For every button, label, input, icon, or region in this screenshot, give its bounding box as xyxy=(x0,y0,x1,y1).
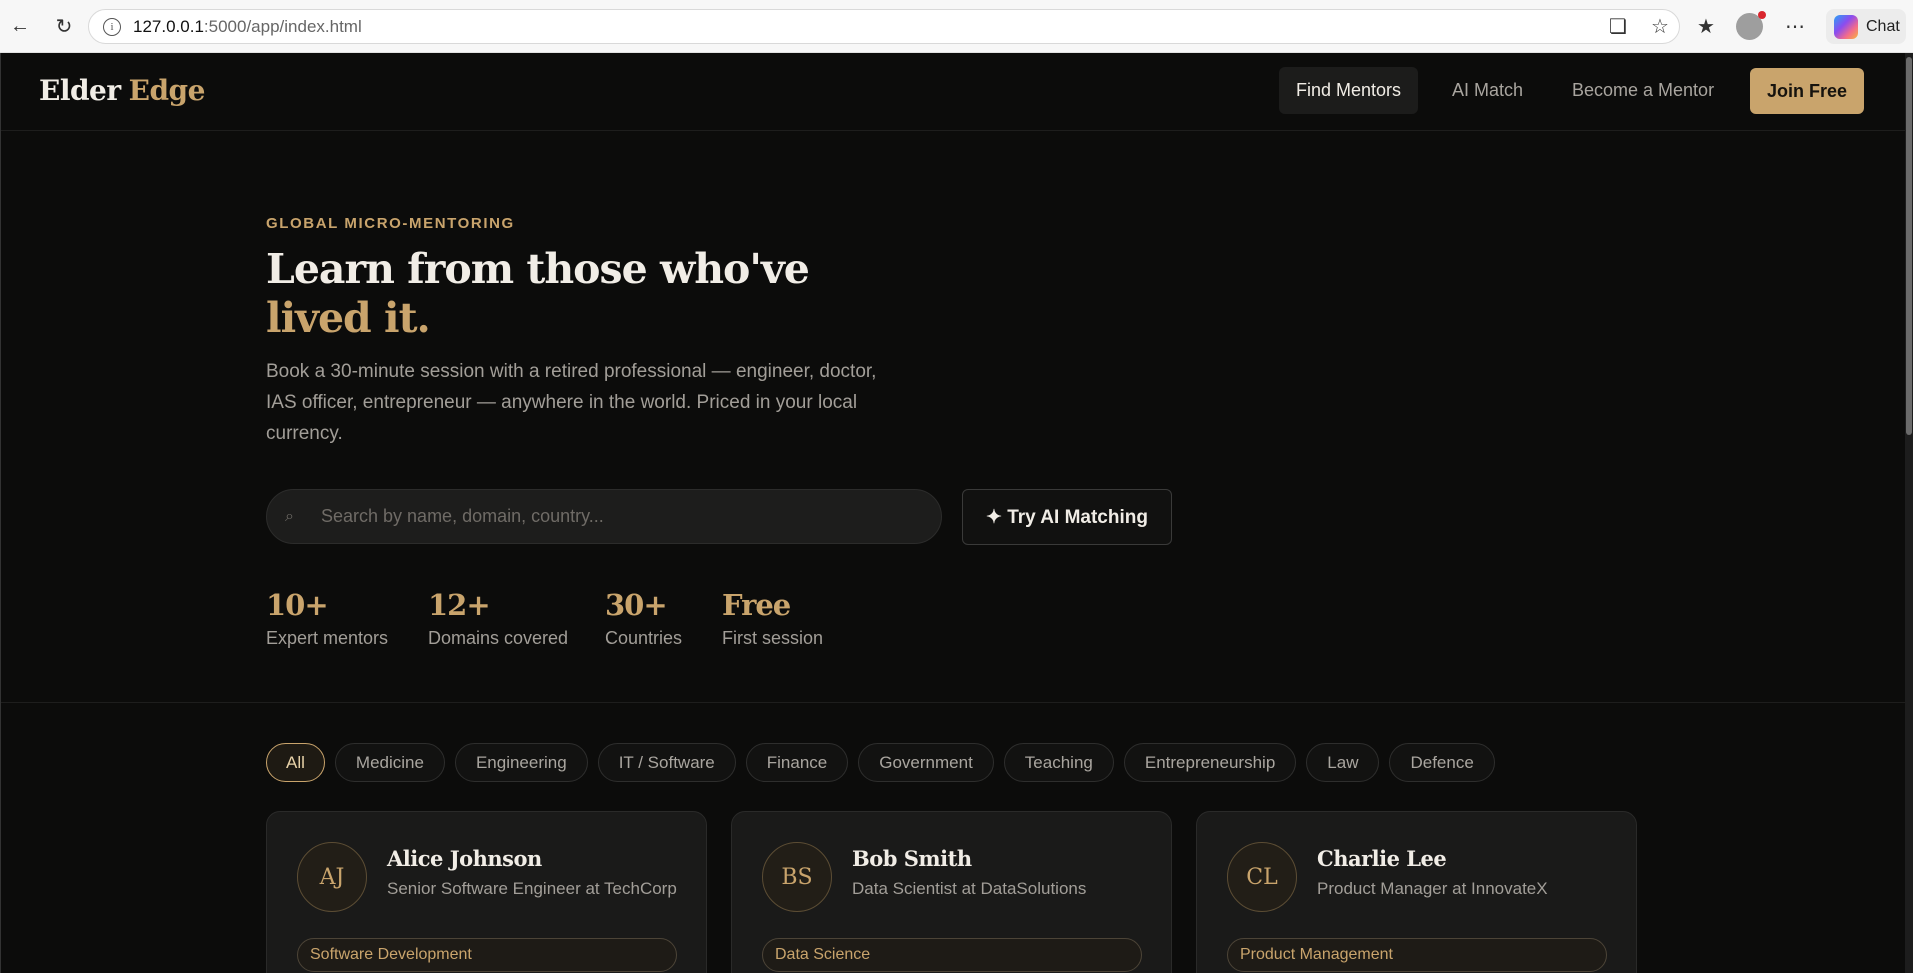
stat-first-session: Free First session xyxy=(722,588,823,649)
reader-mode-icon[interactable]: ❏ xyxy=(1604,12,1632,40)
browser-toolbar: ← ↻ i 127.0.0.1:5000/app/index.html ❏ ☆ … xyxy=(0,0,1913,53)
filter-chip-defence[interactable]: Defence xyxy=(1389,743,1495,782)
logo-primary: Elder xyxy=(39,74,121,107)
search-box[interactable]: ⌕ xyxy=(266,489,942,544)
hero-title-line1: Learn from those who've xyxy=(266,245,810,293)
filter-chip-government[interactable]: Government xyxy=(858,743,994,782)
scrollbar-thumb[interactable] xyxy=(1906,57,1912,435)
stat-label: Domains covered xyxy=(428,628,569,648)
mentor-card[interactable]: AJ Alice Johnson Senior Software Enginee… xyxy=(266,811,707,973)
nav-become-mentor[interactable]: Become a Mentor xyxy=(1555,67,1731,114)
filter-chip-engineering[interactable]: Engineering xyxy=(454,743,588,782)
domain-filter-bar: All Medicine Engineering IT / Software F… xyxy=(266,743,1495,782)
back-arrow-icon[interactable]: ← xyxy=(6,12,34,40)
stat-domains: 12+ Domains covered xyxy=(428,588,568,649)
stat-label: Countries xyxy=(605,628,683,648)
join-free-button[interactable]: Join Free xyxy=(1750,68,1864,114)
favorite-star-icon[interactable]: ☆ xyxy=(1646,12,1674,40)
mentor-card[interactable]: CL Charlie Lee Product Manager at Innova… xyxy=(1196,811,1637,973)
chat-label: Chat xyxy=(1866,17,1900,35)
profile-avatar[interactable] xyxy=(1736,11,1766,40)
filter-chip-law[interactable]: Law xyxy=(1306,743,1380,782)
mentor-avatar: AJ xyxy=(297,842,367,912)
stat-mentors: 10+ Expert mentors xyxy=(266,588,388,649)
stat-value: 12+ xyxy=(428,588,491,622)
more-menu-icon[interactable]: ⋯ xyxy=(1781,12,1809,40)
copilot-icon xyxy=(1834,14,1858,39)
stat-label: Expert mentors xyxy=(266,628,389,648)
filter-chip-entrepreneurship[interactable]: Entrepreneurship xyxy=(1123,743,1297,782)
logo[interactable]: Elder Edge xyxy=(39,74,205,107)
mentor-role: Senior Software Engineer at TechCorp xyxy=(387,879,677,898)
search-input[interactable] xyxy=(321,506,881,527)
page-scrollbar[interactable] xyxy=(1905,53,1913,973)
nav-find-mentors[interactable]: Find Mentors xyxy=(1279,67,1419,114)
try-ai-matching-button[interactable]: ✦ Try AI Matching xyxy=(962,489,1172,545)
hero-title-line2: lived it. xyxy=(266,294,431,342)
reload-icon[interactable]: ↻ xyxy=(50,12,78,40)
mentor-name: Alice Johnson xyxy=(387,846,542,871)
stat-value: 10+ xyxy=(266,588,329,622)
hero-title: Learn from those who've lived it. xyxy=(266,245,966,343)
filter-chip-teaching[interactable]: Teaching xyxy=(1003,743,1114,782)
url-path: :5000/app/index.html xyxy=(203,16,362,36)
filter-chip-medicine[interactable]: Medicine xyxy=(334,743,445,782)
filter-chip-all[interactable]: All xyxy=(266,743,325,782)
mentor-domain-tag: Product Management xyxy=(1227,938,1607,972)
page-viewport: Elder Edge Find Mentors AI Match Become a… xyxy=(0,53,1905,973)
filter-chip-it-software[interactable]: IT / Software xyxy=(597,743,736,782)
logo-accent: Edge xyxy=(128,74,206,107)
mentor-domain-tag: Software Development xyxy=(297,938,677,972)
hero-subtitle: Book a 30-minute session with a retired … xyxy=(266,361,877,444)
mentor-card[interactable]: BS Bob Smith Data Scientist at DataSolut… xyxy=(731,811,1172,973)
mentor-avatar: CL xyxy=(1227,842,1297,912)
filter-chip-finance[interactable]: Finance xyxy=(745,743,849,782)
stat-countries: 30+ Countries xyxy=(605,588,682,649)
mentor-name: Charlie Lee xyxy=(1317,846,1447,871)
favorites-list-icon[interactable]: ★ xyxy=(1692,12,1720,40)
mentor-avatar: BS xyxy=(762,842,832,912)
url-host: 127.0.0.1 xyxy=(133,16,204,36)
stat-value: 30+ xyxy=(605,588,668,622)
section-divider xyxy=(1,702,1905,703)
stat-label: First session xyxy=(722,628,824,648)
top-navigation: Elder Edge Find Mentors AI Match Become a… xyxy=(1,53,1905,131)
search-icon: ⌕ xyxy=(285,507,294,525)
copilot-chat-button[interactable]: Chat xyxy=(1826,9,1906,44)
mentor-name: Bob Smith xyxy=(852,846,972,871)
mentor-role: Data Scientist at DataSolutions xyxy=(852,879,1087,898)
hero-eyebrow: GLOBAL MICRO-MENTORING xyxy=(266,215,515,232)
stat-value: Free xyxy=(722,588,791,622)
mentor-domain-tag: Data Science xyxy=(762,938,1142,972)
address-bar[interactable]: i 127.0.0.1:5000/app/index.html xyxy=(88,9,1680,44)
site-info-icon[interactable]: i xyxy=(103,17,121,36)
mentor-role: Product Manager at InnovateX xyxy=(1317,879,1548,898)
nav-ai-match[interactable]: AI Match xyxy=(1435,67,1540,114)
